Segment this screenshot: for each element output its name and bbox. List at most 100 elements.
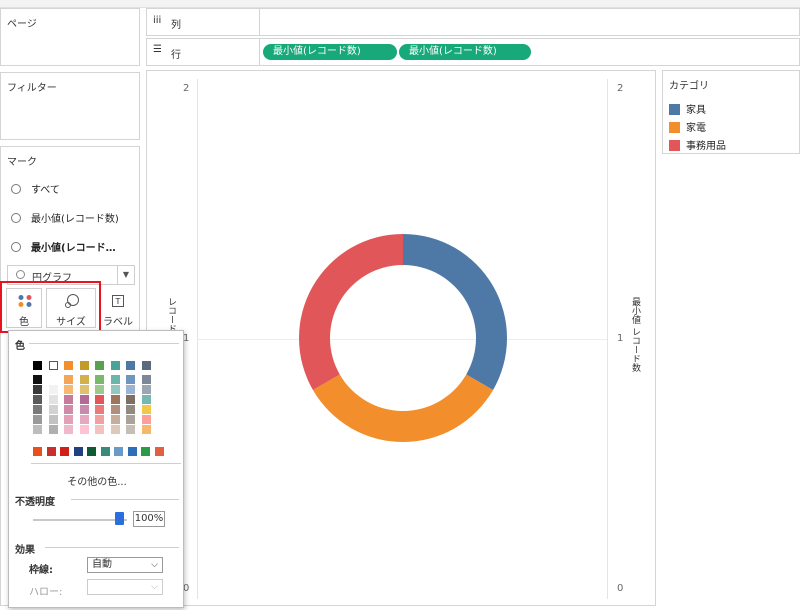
pages-panel[interactable]: ページ [0, 8, 140, 66]
label-button-label: ラベル [103, 317, 133, 328]
marks-item-min-2[interactable]: 最小値(レコード… [11, 239, 116, 254]
palette-swatch[interactable] [79, 405, 89, 414]
legend-swatch [669, 104, 680, 115]
palette-swatch[interactable] [95, 385, 104, 394]
marks-title: マーク [7, 157, 37, 168]
palette-swatch[interactable] [141, 447, 150, 456]
rows-pill-2[interactable]: 最小値(レコード数) [399, 44, 531, 60]
palette-swatch[interactable] [33, 405, 42, 414]
palette-swatch[interactable] [95, 375, 104, 384]
more-colors-link[interactable]: その他の色... [9, 473, 185, 488]
palette-swatch[interactable] [64, 395, 73, 404]
palette-swatch[interactable] [48, 425, 58, 434]
palette-swatch[interactable] [95, 395, 104, 404]
shelf-divider [259, 9, 260, 35]
halo-select[interactable]: ⌵ [87, 579, 163, 595]
border-select[interactable]: 自動 ⌵ [87, 557, 163, 573]
palette-swatch[interactable] [110, 415, 120, 424]
palette-swatch[interactable] [79, 425, 89, 434]
palette-swatch[interactable] [60, 447, 69, 456]
palette-swatch[interactable] [64, 361, 73, 370]
marks-item-min-1[interactable]: 最小値(レコード数) [11, 210, 119, 225]
palette-swatch[interactable] [48, 385, 58, 394]
palette-swatch[interactable] [126, 405, 135, 414]
palette-swatch[interactable] [64, 375, 73, 384]
palette-swatch[interactable] [95, 425, 104, 434]
legend-item-furniture[interactable]: 家具 [669, 101, 706, 116]
palette-swatch[interactable] [33, 425, 42, 434]
color-popup: 色 その他の色... 不透明度 100% 効果 枠線: 自動 ⌵ ハロー: ⌵ [8, 330, 184, 608]
palette-swatch[interactable] [79, 385, 89, 394]
palette-swatch[interactable] [73, 447, 83, 456]
palette-swatch[interactable] [110, 375, 120, 384]
palette-swatch[interactable] [141, 405, 151, 414]
rows-pill-1[interactable]: 最小値(レコード数) [263, 44, 397, 60]
donut-slice[interactable] [403, 234, 507, 390]
palette-swatch[interactable] [127, 447, 137, 456]
palette-swatch[interactable] [154, 447, 164, 456]
palette-swatch[interactable] [33, 395, 42, 404]
palette-swatch[interactable] [114, 447, 123, 456]
palette-swatch[interactable] [110, 395, 120, 404]
palette-swatch[interactable] [126, 361, 135, 370]
donut-slice[interactable] [299, 234, 403, 390]
palette-swatch[interactable] [141, 425, 151, 434]
palette-swatch[interactable] [33, 447, 42, 456]
palette-swatch[interactable] [33, 385, 42, 394]
palette-swatch[interactable] [126, 425, 135, 434]
palette-swatch[interactable] [126, 385, 135, 394]
palette-swatch[interactable] [48, 361, 58, 370]
palette-swatch[interactable] [33, 361, 42, 370]
palette-swatch[interactable] [33, 415, 42, 424]
palette-swatch[interactable] [79, 375, 89, 384]
palette-swatch[interactable] [46, 447, 56, 456]
palette-swatch[interactable] [141, 415, 151, 424]
filters-panel[interactable]: フィルター [0, 72, 140, 140]
palette-swatch[interactable] [87, 447, 96, 456]
palette-swatch[interactable] [141, 375, 151, 384]
palette-swatch[interactable] [141, 395, 151, 404]
columns-shelf[interactable]: iii 列 [146, 8, 800, 36]
label-button[interactable]: T ラベル [100, 288, 136, 328]
palette-swatch[interactable] [110, 405, 120, 414]
palette-swatch[interactable] [64, 405, 73, 414]
palette-swatch[interactable] [126, 375, 135, 384]
opacity-sep [71, 499, 179, 500]
palette-swatch[interactable] [95, 361, 104, 370]
opacity-value-field[interactable]: 100% [133, 511, 165, 527]
donut-chart[interactable] [147, 71, 657, 607]
palette-swatch[interactable] [48, 405, 58, 414]
palette-swatch[interactable] [48, 375, 58, 384]
palette-swatch[interactable] [64, 385, 73, 394]
palette-swatch[interactable] [79, 395, 89, 404]
palette-swatch[interactable] [64, 425, 73, 434]
palette-swatch[interactable] [141, 385, 151, 394]
palette-swatch[interactable] [79, 415, 89, 424]
palette-swatch[interactable] [110, 361, 120, 370]
effects-label: 効果 [15, 545, 35, 556]
legend-item-appliance[interactable]: 家電 [669, 119, 706, 134]
palette-swatch[interactable] [100, 447, 110, 456]
legend-item-office[interactable]: 事務用品 [669, 137, 726, 152]
rows-shelf[interactable]: ☰ 行 最小値(レコード数) 最小値(レコード数) [146, 38, 800, 66]
palette-swatch[interactable] [141, 361, 151, 370]
palette-swatch[interactable] [126, 395, 135, 404]
palette-swatch[interactable] [48, 395, 58, 404]
clock-icon [11, 242, 21, 252]
rows-icon: ☰ [153, 44, 162, 55]
opacity-slider-thumb[interactable] [115, 512, 124, 525]
palette-swatch[interactable] [95, 405, 104, 414]
palette-swatch[interactable] [110, 425, 120, 434]
palette-swatch[interactable] [33, 375, 42, 384]
palette-swatch[interactable] [48, 415, 58, 424]
palette-swatch[interactable] [79, 361, 89, 370]
palette-swatch[interactable] [110, 385, 120, 394]
opacity-slider[interactable] [33, 519, 127, 521]
palette-swatch[interactable] [126, 415, 135, 424]
marks-item-all[interactable]: すべて [11, 181, 60, 196]
palette-swatch[interactable] [64, 415, 73, 424]
filters-title: フィルター [7, 83, 57, 94]
palette-swatch[interactable] [95, 415, 104, 424]
rows-label: 行 [171, 50, 181, 61]
donut-slice[interactable] [312, 374, 494, 443]
